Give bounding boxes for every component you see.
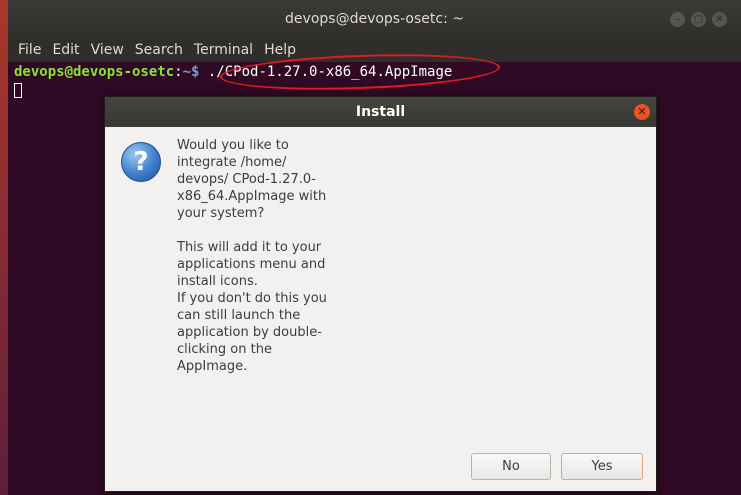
window-title: devops@devops-osetc: ~ bbox=[285, 11, 464, 27]
menu-help[interactable]: Help bbox=[264, 38, 296, 62]
maximize-icon[interactable]: ▢ bbox=[691, 12, 706, 27]
prompt-path: ~$ bbox=[182, 64, 200, 80]
dialog-titlebar[interactable]: Install ✕ bbox=[105, 97, 656, 127]
window-controls: – ▢ ✕ bbox=[670, 12, 727, 27]
menu-terminal[interactable]: Terminal bbox=[194, 38, 253, 62]
dialog-message: Would you like to integrate /home/ devop… bbox=[177, 137, 327, 375]
minimize-icon[interactable]: – bbox=[670, 12, 685, 27]
info-text-1: This will add it to your applications me… bbox=[177, 240, 326, 289]
menu-search[interactable]: Search bbox=[135, 38, 183, 62]
yes-button[interactable]: Yes bbox=[561, 453, 643, 480]
menu-view[interactable]: View bbox=[91, 38, 124, 62]
dialog-title: Install bbox=[355, 104, 406, 120]
prompt-separator: : bbox=[174, 64, 183, 80]
no-button[interactable]: No bbox=[471, 453, 551, 480]
prompt-user: devops@devops-osetc bbox=[14, 64, 175, 80]
install-dialog: Install ✕ ? Would you like to integrate … bbox=[104, 96, 657, 492]
question-icon: ? bbox=[121, 142, 161, 182]
question-text: Would you like to integrate /home/ devop… bbox=[177, 138, 327, 221]
terminal-cursor bbox=[14, 83, 22, 98]
menu-edit[interactable]: Edit bbox=[52, 38, 79, 62]
close-icon[interactable]: ✕ bbox=[712, 12, 727, 27]
info-text-2: If you don't do this you can still launc… bbox=[177, 291, 327, 374]
menu-file[interactable]: File bbox=[18, 38, 41, 62]
dialog-close-icon[interactable]: ✕ bbox=[634, 104, 650, 120]
terminal-titlebar[interactable]: devops@devops-osetc: ~ – ▢ ✕ bbox=[8, 0, 741, 38]
